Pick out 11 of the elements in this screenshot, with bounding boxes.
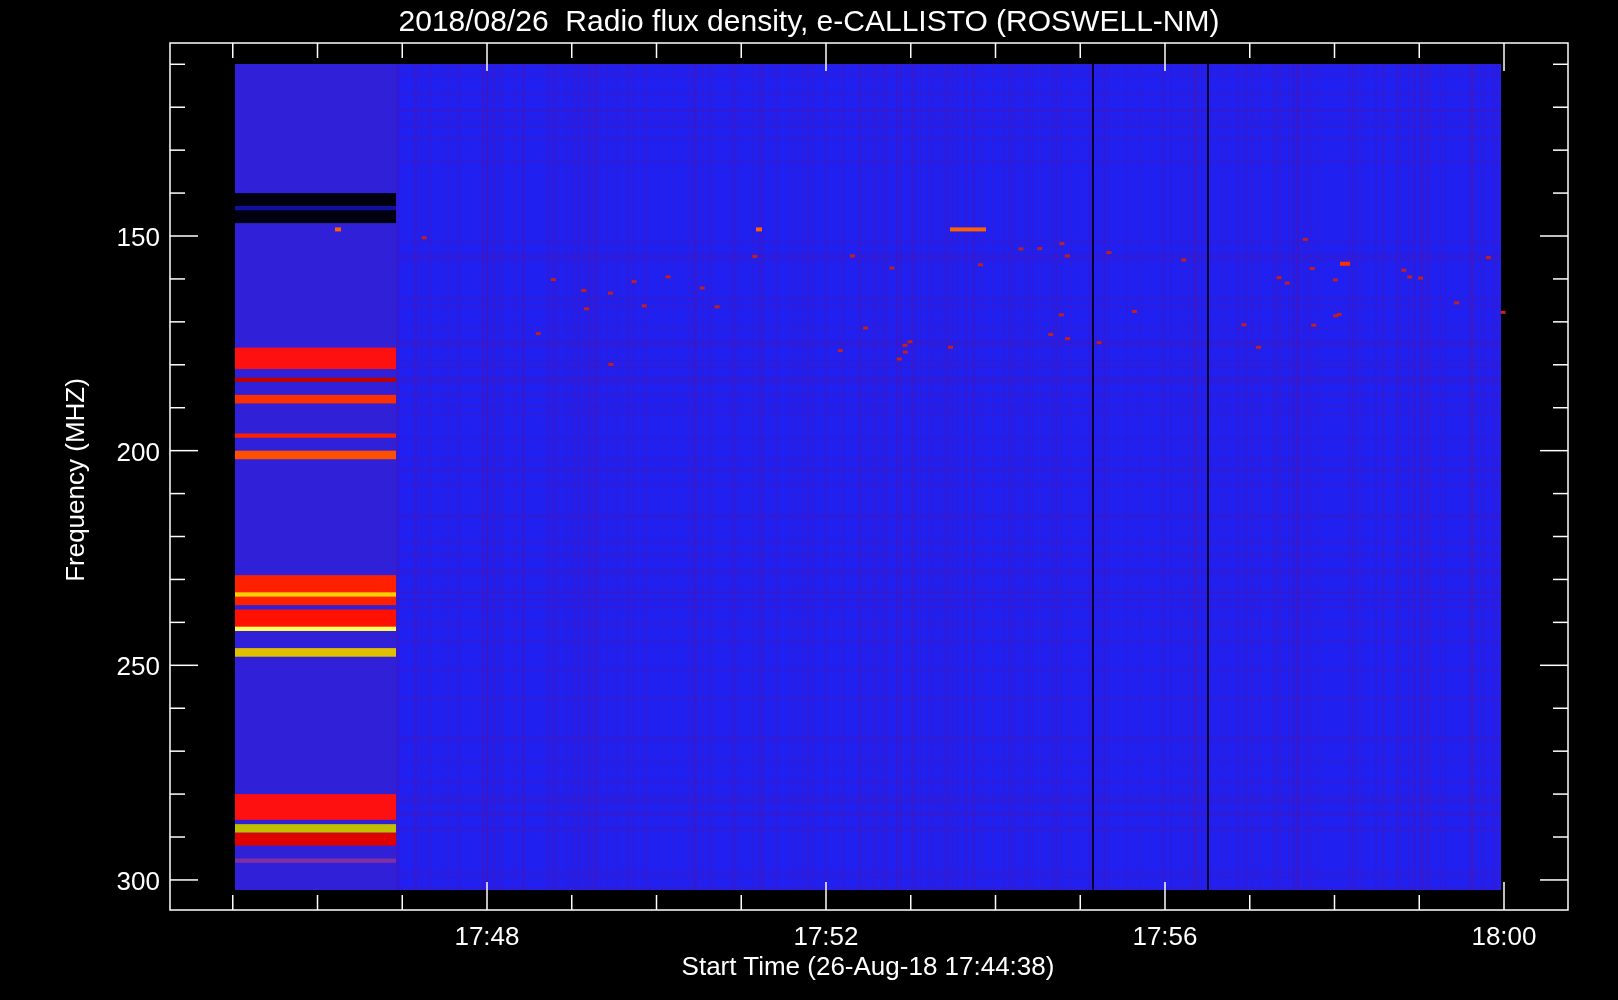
y-tick-label: 300 [116,865,160,896]
y-tick-label: 200 [116,436,160,467]
chart-title: 2018/08/26 Radio flux density, e-CALLISTO (ROSWELL-NM) [398,4,1220,37]
x-tick-label: 17:48 [454,921,520,951]
y-tick-label: 150 [116,222,160,252]
y-tick-label: 250 [116,651,160,682]
x-tick-label: 18:00 [1471,921,1537,951]
x-tick-label: 17:56 [1132,921,1198,951]
y-axis-label: Frequency (MHZ) [60,378,90,582]
x-axis-label: Start Time (26-Aug-18 17:44:38) [681,951,1055,981]
x-tick-label: 17:52 [793,921,859,951]
